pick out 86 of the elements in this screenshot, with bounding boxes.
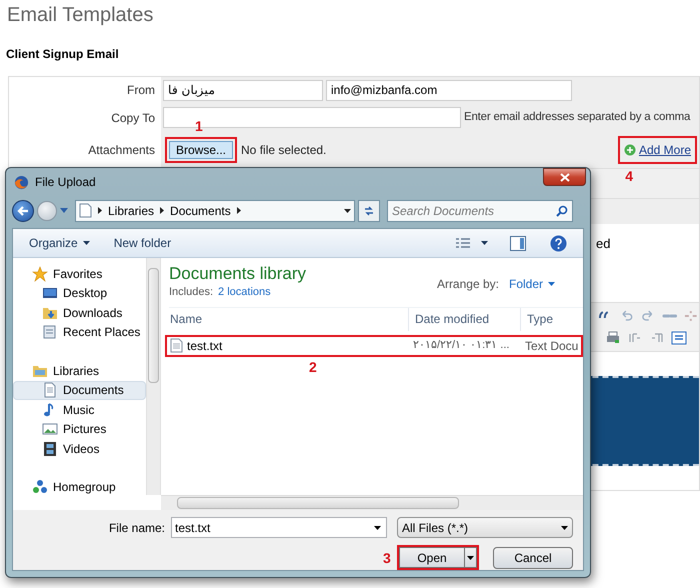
search-input[interactable]: Search Documents [392,202,556,220]
browser-logo-icon [14,174,29,190]
annotation-number: 2 [309,358,317,376]
help-icon[interactable] [550,234,567,252]
refresh-icon [363,204,375,216]
field-label: Copy To [110,110,156,126]
cancel-button[interactable]: Cancel [493,546,573,568]
address-bar[interactable]: Libraries Documents [75,200,355,222]
view-options-icon[interactable] [455,237,471,249]
nav-item[interactable]: Documents [13,380,146,400]
close-button[interactable] [543,168,586,186]
caret-icon [467,556,474,560]
nav-group-item[interactable]: Libraries [13,361,146,380]
arrow-left-icon [17,206,29,216]
file-name-label: File name: [108,520,165,536]
refresh-button[interactable] [358,200,380,222]
search-field[interactable]: Search Documents [387,200,573,222]
horizontal-scrollbar[interactable] [161,495,583,510]
breadcrumb-item[interactable]: Libraries [108,202,154,220]
document-icon [79,203,92,218]
open-options-button[interactable] [465,547,477,568]
caret-icon[interactable] [374,526,381,530]
star-icon [32,266,48,282]
nav-item[interactable]: Videos [13,439,146,458]
nav-item[interactable]: Desktop [13,284,146,303]
organize-menu[interactable]: Organize [29,234,90,252]
window-title: File Upload [35,174,96,191]
chevron-right-icon [98,207,102,214]
breadcrumb-item[interactable]: Documents [170,202,231,220]
library-title: Documents library [169,264,306,284]
nav-item[interactable]: Downloads [13,303,146,322]
column-header[interactable]: Name [169,308,409,330]
plus-circle-icon [624,144,636,156]
caret-icon [82,241,90,245]
document-icon [42,382,58,398]
email-input[interactable]: info@mizbanfa.com [326,80,572,100]
column-header[interactable]: Date modified [409,308,521,330]
caret-icon[interactable] [344,208,351,212]
file-type: Text Docu [524,338,578,354]
file-name-field[interactable]: test.txt [171,517,387,538]
text-file-icon [170,338,183,353]
arrange-dropdown[interactable]: Folder [508,274,555,292]
page-title: Email Templates [6,3,154,27]
browse-button[interactable]: Browse... [169,141,234,159]
scroll-thumb[interactable] [148,268,159,383]
file-name: test.txt [187,338,222,354]
homegroup-icon [32,479,48,495]
nav-item[interactable]: Music [13,400,146,420]
file-date: ۲۰۱۵/۲۲/۱۰ ۰۱:۳۱ ... [412,338,510,354]
film-icon [42,440,58,457]
arrange-label: Arrange by: [436,276,499,292]
block-icon[interactable] [671,330,687,346]
annotation-number: 1 [195,117,203,136]
file-type-dropdown[interactable]: All Files (*.*) [397,517,573,538]
close-icon [560,172,570,182]
preview-pane-icon[interactable] [510,236,526,250]
pictures-icon [42,421,58,438]
field-hint: Enter email addresses separated by a comma [464,110,690,125]
open-button[interactable]: Open [399,547,465,568]
toolbar-button[interactable]: New folder [114,234,172,252]
scrollbar[interactable] [146,258,161,495]
chevron-right-icon [236,207,241,214]
caret-icon [548,282,555,286]
print-icon[interactable] [605,330,621,346]
cut-text: ed [596,236,610,251]
back-button[interactable] [12,200,34,222]
annotation-number: 4 [625,167,633,186]
chevron-right-icon [160,207,164,214]
nav-item[interactable]: Recent Places [13,322,146,342]
section-title: Client Signup Email [5,46,120,63]
column-header[interactable]: Type [521,308,583,330]
caret-icon [561,526,568,530]
locations-link[interactable]: 2 locations [218,284,271,300]
add-more-link[interactable]: Add More [638,141,691,159]
annotation-number: 3 [383,549,391,568]
nav-group-item[interactable]: Favorites [13,264,146,284]
search-icon [556,204,568,216]
nav-group-item[interactable]: Homegroup [13,478,146,495]
nav-item[interactable]: Pictures [13,420,146,439]
scroll-thumb[interactable] [177,497,459,509]
field-label: Attachments [87,142,156,159]
includes-label: Includes: [169,285,214,300]
caret-icon[interactable] [481,241,488,245]
file-status: No file selected. [241,142,326,159]
name-input[interactable]: میزبان فا [163,80,323,100]
field-label: From [126,82,156,99]
